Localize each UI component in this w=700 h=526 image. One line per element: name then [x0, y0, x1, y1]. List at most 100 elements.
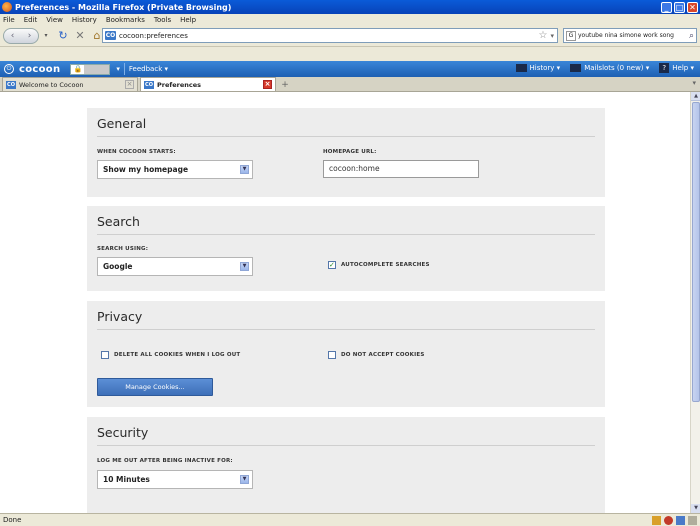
section-divider: [97, 329, 595, 330]
site-identity-icon[interactable]: CO: [105, 31, 116, 40]
addon-status-icon[interactable]: [676, 516, 685, 525]
startup-select[interactable]: Show my homepage ▼: [97, 160, 253, 179]
search-engine-select-value: Google: [103, 262, 133, 271]
checkmark-icon[interactable]: ✓: [328, 261, 336, 269]
tab-list-dropdown-icon[interactable]: ▾: [692, 79, 696, 87]
tab-label: Preferences: [157, 80, 201, 89]
no-cookies-label: DO NOT ACCEPT COOKIES: [341, 352, 425, 358]
scroll-down-icon[interactable]: ▼: [691, 504, 700, 513]
feedback-label: Feedback: [128, 65, 163, 73]
cocoon-lock-toggle[interactable]: 🔒: [70, 63, 111, 75]
back-forward-buttons[interactable]: ‹ ›: [3, 27, 39, 44]
section-divider: [97, 234, 595, 235]
cocoon-toolbar-right: History ▾ Mailslots (0 new) ▾ ? Help ▾: [515, 63, 694, 73]
search-input[interactable]: youtube nina simone work song: [578, 32, 689, 39]
window-titlebar: Preferences - Mozilla Firefox (Private B…: [0, 0, 700, 14]
book-icon: [515, 64, 527, 72]
menu-edit[interactable]: Edit: [24, 16, 38, 24]
no-cookies-checkbox[interactable]: DO NOT ACCEPT COOKIES: [328, 351, 425, 359]
toolbar-separator: [123, 63, 125, 75]
chevron-down-icon[interactable]: ▼: [240, 475, 249, 484]
new-tab-button[interactable]: +: [278, 79, 292, 91]
cocoon-logo: cocoon: [19, 63, 61, 75]
security-section: Security LOG ME OUT AFTER BEING INACTIVE…: [87, 417, 605, 513]
reload-icon[interactable]: ↻: [56, 29, 70, 43]
autocomplete-label: AUTOCOMPLETE SEARCHES: [341, 262, 430, 268]
checkbox-box[interactable]: [101, 351, 109, 359]
url-input[interactable]: cocoon:preferences: [119, 32, 539, 40]
lock-slider: [84, 64, 110, 74]
security-title: Security: [97, 425, 149, 440]
menu-tools[interactable]: Tools: [154, 16, 171, 24]
homepage-input[interactable]: cocoon:home: [323, 160, 479, 178]
checkbox-box[interactable]: [328, 351, 336, 359]
history-button[interactable]: History ▾: [515, 64, 560, 72]
homepage-label: HOMEPAGE URL:: [323, 149, 377, 155]
feedback-button[interactable]: Feedback ▾: [129, 65, 168, 73]
search-engine-icon[interactable]: G: [566, 30, 576, 41]
stop-icon[interactable]: ✕: [73, 29, 87, 43]
mailslots-button[interactable]: Mailslots (0 new) ▾: [570, 64, 649, 72]
timeout-select[interactable]: 10 Minutes ▼: [97, 470, 253, 489]
section-divider: [97, 445, 595, 446]
section-divider: [97, 136, 595, 137]
tab-close-icon[interactable]: ×: [263, 80, 272, 89]
scroll-up-icon[interactable]: ▲: [691, 92, 700, 101]
lock-dropdown-icon[interactable]: ▾: [116, 65, 120, 73]
help-icon: ?: [659, 63, 670, 73]
chevron-down-icon[interactable]: ▼: [240, 262, 249, 271]
status-icons: [652, 516, 697, 525]
navigation-toolbar: ‹ › ▾ ↻ ✕ ⌂ CO cocoon:preferences ☆ ▾ G …: [0, 25, 700, 47]
status-text: Done: [3, 516, 22, 524]
search-engine-select[interactable]: Google ▼: [97, 257, 253, 276]
search-bar[interactable]: G youtube nina simone work song ⌕: [563, 28, 697, 43]
timeout-select-value: 10 Minutes: [103, 475, 150, 484]
search-engine-label: SEARCH USING:: [97, 246, 149, 252]
delete-cookies-label: DELETE ALL COOKIES WHEN I LOG OUT: [114, 352, 241, 358]
manage-cookies-button[interactable]: Manage Cookies...: [97, 378, 213, 396]
tab-welcome[interactable]: CO Welcome to Cocoon ×: [2, 77, 138, 91]
back-arrow-icon[interactable]: ‹: [11, 31, 15, 41]
tab-preferences[interactable]: CO Preferences ×: [140, 77, 276, 91]
vertical-scrollbar[interactable]: ▲ ▼: [690, 92, 700, 513]
status-bar: Done: [0, 513, 700, 526]
lock-icon: 🔒: [71, 64, 85, 74]
search-section: Search SEARCH USING: Google ▼ ✓ AUTOCOMP…: [87, 206, 605, 291]
power-icon[interactable]: ⏻: [4, 64, 14, 74]
lock-status-icon[interactable]: [652, 516, 661, 525]
scroll-thumb[interactable]: [692, 102, 700, 402]
toolbar-spacer: [0, 48, 700, 61]
maximize-button[interactable]: □: [674, 1, 685, 13]
menu-history[interactable]: History: [72, 16, 97, 24]
privacy-title: Privacy: [97, 309, 143, 324]
tab-close-icon[interactable]: ×: [125, 80, 134, 89]
menu-view[interactable]: View: [46, 16, 63, 24]
startup-select-value: Show my homepage: [103, 165, 189, 174]
tab-label: Welcome to Cocoon: [19, 80, 84, 89]
firefox-icon: [2, 2, 12, 12]
general-title: General: [97, 116, 147, 131]
menu-bookmarks[interactable]: Bookmarks: [106, 16, 145, 24]
cocoon-favicon-icon: CO: [144, 80, 154, 89]
timeout-label: LOG ME OUT AFTER BEING INACTIVE FOR:: [97, 458, 233, 464]
resize-grip-icon[interactable]: [688, 516, 697, 525]
search-magnifier-icon[interactable]: ⌕: [689, 31, 694, 41]
minimize-button[interactable]: _: [661, 1, 672, 13]
url-dropdown-icon[interactable]: ▾: [550, 32, 554, 40]
chevron-down-icon[interactable]: ▼: [240, 165, 249, 174]
bookmark-star-icon[interactable]: ☆: [539, 30, 548, 41]
menu-file[interactable]: File: [3, 16, 15, 24]
cocoon-toolbar: ⏻ cocoon 🔒 ▾ Feedback ▾ History ▾ Mailsl…: [0, 61, 700, 77]
privacy-section: Privacy DELETE ALL COOKIES WHEN I LOG OU…: [87, 301, 605, 407]
delete-cookies-checkbox[interactable]: DELETE ALL COOKIES WHEN I LOG OUT: [101, 351, 240, 359]
autocomplete-checkbox[interactable]: ✓ AUTOCOMPLETE SEARCHES: [328, 261, 430, 269]
history-dropdown-icon[interactable]: ▾: [39, 29, 53, 43]
url-bar[interactable]: CO cocoon:preferences ☆ ▾: [102, 28, 558, 43]
close-button[interactable]: ✕: [687, 1, 698, 13]
forward-arrow-icon[interactable]: ›: [28, 31, 32, 41]
menu-help[interactable]: Help: [180, 16, 196, 24]
cocoon-status-icon[interactable]: [664, 516, 673, 525]
menubar: File Edit View History Bookmarks Tools H…: [0, 14, 700, 25]
tab-bar: CO Welcome to Cocoon × CO Preferences × …: [0, 77, 700, 92]
help-button[interactable]: ? Help ▾: [659, 63, 694, 73]
